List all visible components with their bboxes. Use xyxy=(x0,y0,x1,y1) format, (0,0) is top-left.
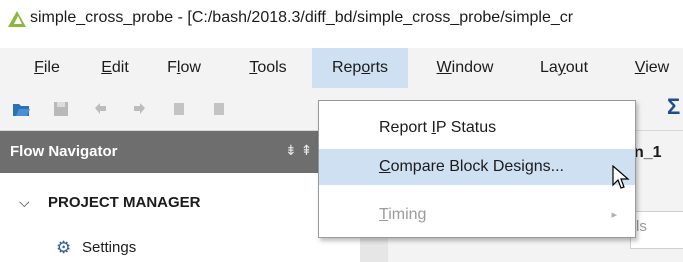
open-project-icon[interactable] xyxy=(12,100,30,118)
mouse-cursor-icon xyxy=(612,165,630,189)
sigma-icon[interactable]: Σ xyxy=(667,94,680,120)
delete-icon[interactable] xyxy=(210,100,228,118)
menu-tools[interactable]: Tools xyxy=(236,48,300,88)
save-icon[interactable] xyxy=(52,100,70,118)
reports-dropdown-menu: Report IP Status Compare Block Designs..… xyxy=(318,100,636,238)
subtab-label: ls xyxy=(636,218,647,235)
settings-item[interactable]: ⚙ Settings xyxy=(0,234,360,262)
menu-file[interactable]: File xyxy=(26,48,68,88)
menu-reports[interactable]: Reports xyxy=(312,48,408,88)
undo-icon[interactable] xyxy=(92,100,110,118)
submenu-arrow-icon: ▸ xyxy=(611,209,617,221)
menu-window[interactable]: Window xyxy=(424,48,506,88)
vivado-logo-icon xyxy=(8,11,26,27)
project-manager-label: PROJECT MANAGER xyxy=(48,194,201,211)
menu-item-timing[interactable]: Timing ▸ xyxy=(319,197,635,233)
project-manager-section[interactable]: ⌵ PROJECT MANAGER xyxy=(0,189,360,217)
redo-icon[interactable] xyxy=(130,100,148,118)
menu-item-compare-block-designs[interactable]: Compare Block Designs... xyxy=(319,149,635,185)
flow-navigator-title: Flow Navigator xyxy=(10,143,118,160)
gear-icon: ⚙ xyxy=(56,238,72,257)
menu-flow[interactable]: Flow xyxy=(160,48,208,88)
flow-navigator-panel: Flow Navigator ⇟ ⇞ ⌵ PROJECT MANAGER ⚙ S… xyxy=(0,131,360,262)
menu-edit[interactable]: Edit xyxy=(92,48,138,88)
menu-item-report-ip-status[interactable]: Report IP Status xyxy=(319,110,635,146)
menu-view[interactable]: View xyxy=(624,48,680,88)
menu-bar: File Edit Flow Tools Reports Window Layo… xyxy=(0,48,683,88)
design-tab-title[interactable]: n_1 xyxy=(634,144,662,162)
chevron-down-icon[interactable]: ⌵ xyxy=(19,194,30,211)
settings-label: Settings xyxy=(82,239,137,256)
window-title: simple_cross_probe - [C:/bash/2018.3/dif… xyxy=(30,9,574,26)
menu-layout[interactable]: Layout xyxy=(528,48,600,88)
copy-icon[interactable] xyxy=(170,100,188,118)
flow-navigator-header: Flow Navigator ⇟ ⇞ xyxy=(0,131,360,173)
title-bar: simple_cross_probe - [C:/bash/2018.3/dif… xyxy=(0,0,683,44)
collapse-expand-icon[interactable]: ⇟ ⇞ xyxy=(285,142,312,159)
